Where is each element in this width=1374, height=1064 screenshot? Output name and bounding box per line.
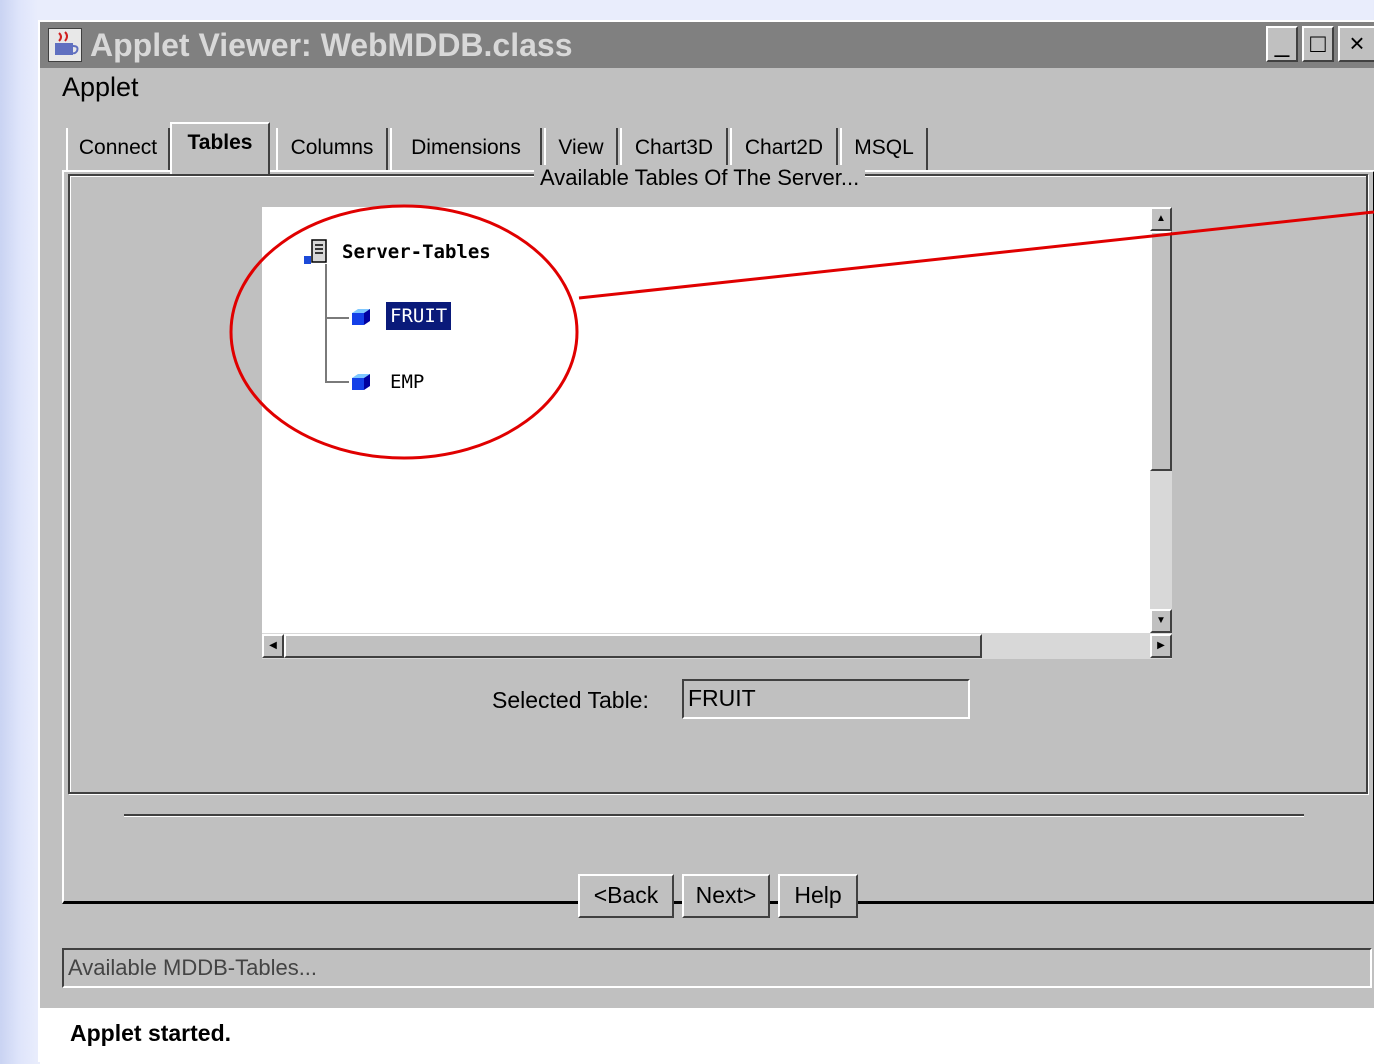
applet-status-bar: Applet started. (40, 1008, 1374, 1064)
tab-connect[interactable]: Connect (66, 128, 170, 172)
selected-table-label: Selected Table: (492, 687, 649, 713)
applet-menu[interactable]: Applet (62, 72, 139, 103)
tab-tables[interactable]: Tables (170, 122, 270, 174)
selected-table-field[interactable]: FRUIT (682, 679, 970, 719)
back-button[interactable]: <Back (578, 874, 674, 918)
tab-columns[interactable]: Columns (276, 128, 388, 172)
tables-tree-view[interactable] (262, 207, 1150, 633)
tree-node-fruit[interactable]: FRUIT (386, 302, 452, 330)
table-cube-icon (350, 307, 372, 327)
next-button[interactable]: Next> (682, 874, 770, 918)
status-text: Applet started. (70, 1020, 232, 1046)
tree-connector-fruit (325, 317, 349, 319)
window-title: Applet Viewer: WebMDDB.class (90, 27, 573, 63)
vertical-scroll-thumb[interactable] (1150, 231, 1172, 471)
title-bar[interactable]: Applet Viewer: WebMDDB.class _ □ × (40, 22, 1374, 68)
scroll-down-button[interactable]: ▼ (1150, 609, 1172, 633)
maximize-button[interactable]: □ (1302, 26, 1334, 62)
tree-connector-emp (325, 381, 349, 383)
help-button[interactable]: Help (778, 874, 858, 918)
server-icon (302, 238, 332, 268)
scroll-left-button[interactable]: ◀ (262, 634, 284, 658)
applet-viewer-window: Applet Viewer: WebMDDB.class _ □ × Apple… (38, 20, 1374, 1064)
table-cube-icon (350, 372, 372, 392)
java-app-icon (48, 28, 82, 62)
status-message-field: Available MDDB-Tables... (62, 948, 1372, 988)
scroll-right-button[interactable]: ▶ (1150, 634, 1172, 658)
horizontal-scroll-thumb[interactable] (284, 634, 982, 658)
separator-line (124, 814, 1304, 817)
tree-root-server-tables[interactable]: Server-Tables (342, 241, 491, 263)
tree-node-emp[interactable]: EMP (386, 368, 428, 396)
tree-connector-vertical (325, 264, 327, 382)
tab-dimensions[interactable]: Dimensions (390, 128, 542, 172)
minimize-button[interactable]: _ (1266, 26, 1298, 62)
close-button[interactable]: × (1338, 26, 1374, 62)
group-title: Available Tables Of The Server... (534, 165, 866, 191)
scroll-up-button[interactable]: ▲ (1150, 207, 1172, 231)
